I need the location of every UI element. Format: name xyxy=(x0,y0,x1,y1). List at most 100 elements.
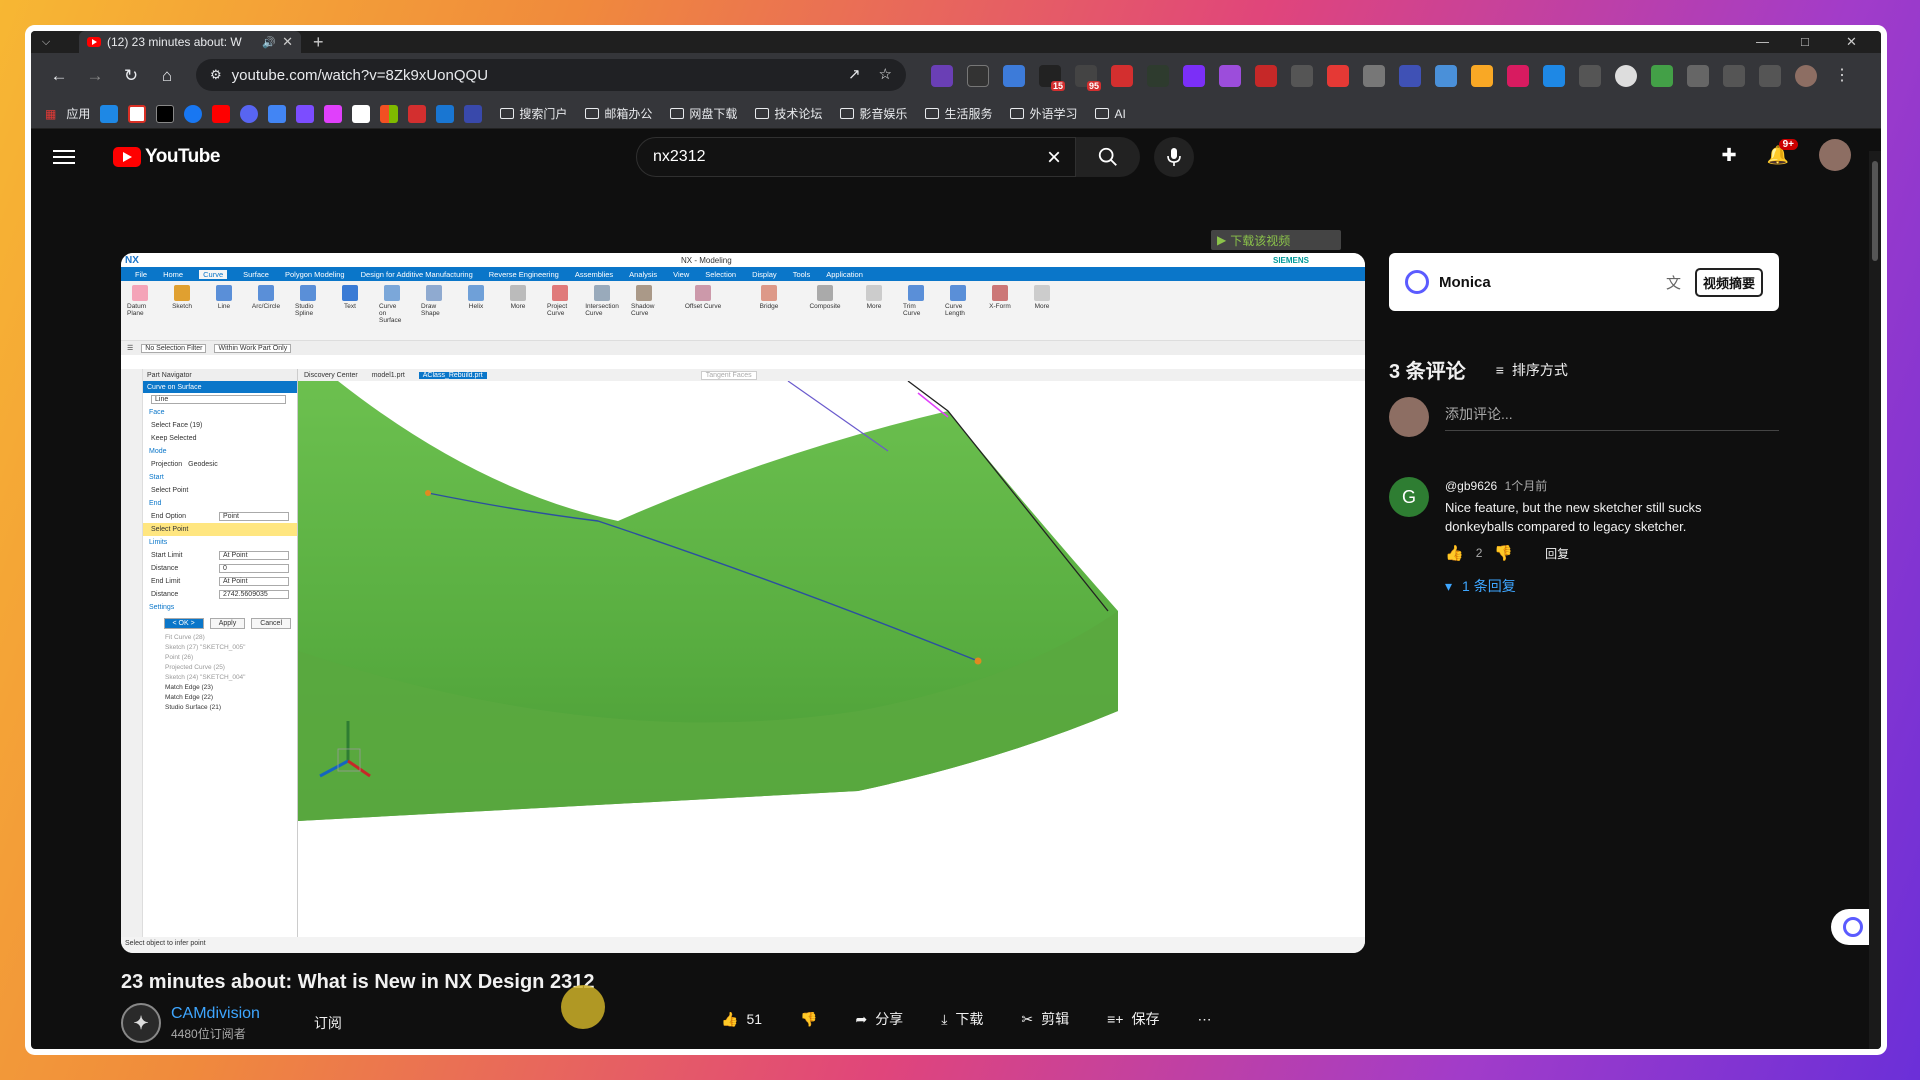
window-close-button[interactable]: ✕ xyxy=(1846,31,1857,53)
speaker-icon[interactable]: 🔊 xyxy=(262,36,276,49)
apps-label[interactable]: 应用 xyxy=(66,105,90,122)
clip-button[interactable]: ✂ 剪辑 xyxy=(1007,1001,1083,1037)
reply-button[interactable]: 回复 xyxy=(1545,545,1569,562)
apps-grid-icon[interactable]: ▦ xyxy=(45,107,56,121)
save-button[interactable]: ≡+ 保存 xyxy=(1093,1001,1173,1037)
like-button[interactable]: 👍 51 xyxy=(707,1001,776,1037)
page-scrollbar[interactable] xyxy=(1869,151,1881,1049)
extension-icon[interactable] xyxy=(1183,65,1205,87)
extension-icon[interactable] xyxy=(1003,65,1025,87)
extension-icon[interactable] xyxy=(1291,65,1313,87)
sort-button[interactable]: ≡ 排序方式 xyxy=(1496,360,1568,380)
notifications-bell[interactable]: 🔔 9+ xyxy=(1767,138,1798,166)
extension-icon[interactable]: 95 xyxy=(1075,65,1101,91)
reload-icon[interactable]: ↻ xyxy=(113,66,149,86)
bookmark-star-icon[interactable]: ☆ xyxy=(879,65,892,83)
extension-icon[interactable] xyxy=(1399,65,1421,87)
video-summary-button[interactable]: 视频摘要 xyxy=(1694,267,1763,297)
voice-search-button[interactable] xyxy=(1154,137,1194,177)
extension-icon[interactable] xyxy=(1255,65,1277,87)
account-avatar[interactable] xyxy=(1819,139,1851,171)
extension-icon[interactable] xyxy=(1327,65,1349,87)
comment-author[interactable]: @gb9626 xyxy=(1445,479,1497,493)
more-actions-button[interactable]: ⋯ xyxy=(1183,1001,1225,1037)
extension-icon[interactable]: 15 xyxy=(1039,65,1065,91)
x-icon[interactable] xyxy=(156,104,175,123)
view-replies-button[interactable]: ▾ 1 条回复 xyxy=(1445,576,1745,596)
comment-input[interactable]: 添加评论... xyxy=(1445,404,1779,431)
extension-icon[interactable] xyxy=(1507,65,1529,87)
site-info-icon[interactable]: ⚙ xyxy=(210,67,222,83)
browser-tab[interactable]: (12) 23 minutes about: W 🔊 ✕ xyxy=(79,31,301,53)
gmail-icon[interactable] xyxy=(128,104,147,123)
extension-icon[interactable] xyxy=(1147,65,1169,87)
channel-avatar[interactable]: ✦ xyxy=(121,1003,161,1043)
subscribe-button[interactable]: 订阅 xyxy=(298,1005,358,1041)
browser-menu-icon[interactable]: ⋮ xyxy=(1831,65,1853,87)
share-button[interactable]: ➦ 分享 xyxy=(841,1001,917,1037)
extension-icon[interactable] xyxy=(1543,65,1565,87)
side-panel-icon[interactable] xyxy=(1759,65,1781,87)
video-player[interactable]: NX NX - Modeling SIEMENS File Home Curve… xyxy=(121,253,1365,953)
bookmark-icon[interactable] xyxy=(464,104,483,123)
minimize-button[interactable]: — xyxy=(1756,31,1769,53)
profile-avatar[interactable] xyxy=(1795,65,1817,87)
download-video-overlay[interactable]: ▶ 下载该视频 xyxy=(1211,230,1341,250)
gemini-icon[interactable] xyxy=(268,104,287,123)
copilot-icon[interactable] xyxy=(296,104,315,123)
extension-icon[interactable] xyxy=(1615,65,1637,87)
tab-search-icon[interactable]: ⌵ xyxy=(31,31,61,53)
tab-close-icon[interactable]: ✕ xyxy=(282,34,293,50)
address-bar[interactable]: ⚙ youtube.com/watch?v=8Zk9xUonQQU ↗ ☆ xyxy=(196,59,906,91)
extension-icon[interactable] xyxy=(967,65,989,87)
reading-list-icon[interactable] xyxy=(1723,65,1745,87)
discord-icon[interactable] xyxy=(240,104,259,123)
bookmark-folder[interactable]: 技术论坛 xyxy=(755,105,822,122)
search-query[interactable]: nx2312 xyxy=(653,148,706,166)
forward-icon[interactable]: → xyxy=(77,66,113,86)
bookmark-icon[interactable] xyxy=(352,104,371,123)
extension-icon[interactable] xyxy=(931,65,953,87)
extension-icon[interactable] xyxy=(1219,65,1241,87)
bookmark-folder[interactable]: 邮箱办公 xyxy=(585,105,652,122)
channel-name[interactable]: CAMdivision xyxy=(171,1005,260,1023)
bookmark-folder[interactable]: 外语学习 xyxy=(1010,105,1077,122)
translate-icon[interactable]: 文 xyxy=(1666,272,1681,293)
maximize-button[interactable]: □ xyxy=(1801,31,1809,53)
create-video-icon[interactable]: ✚ xyxy=(1721,145,1736,166)
bookmark-icon[interactable] xyxy=(324,104,343,123)
bookmark-folder[interactable]: 生活服务 xyxy=(925,105,992,122)
download-icon[interactable] xyxy=(1579,65,1601,87)
extension-icon[interactable] xyxy=(1471,65,1493,87)
new-tab-button[interactable]: + xyxy=(313,31,324,53)
youtube-logo[interactable]: YouTube xyxy=(113,146,220,168)
bookmark-folder[interactable]: 搜索门户 xyxy=(500,105,567,122)
extension-icon[interactable] xyxy=(1363,65,1385,87)
bookmark-folder[interactable]: 网盘下载 xyxy=(670,105,737,122)
dislike-button[interactable]: 👎 xyxy=(786,1001,831,1037)
bookmark-icon[interactable] xyxy=(436,104,455,123)
bookmark-icon[interactable] xyxy=(408,104,427,123)
clear-search-icon[interactable]: × xyxy=(1047,144,1061,172)
facebook-icon[interactable] xyxy=(184,104,203,123)
bookmark-folder[interactable]: 影音娱乐 xyxy=(840,105,907,122)
extension-icon[interactable] xyxy=(1111,65,1133,87)
search-button[interactable] xyxy=(1076,137,1140,177)
comment-dislike-icon[interactable]: 👎 xyxy=(1494,544,1513,562)
search-input[interactable]: nx2312 × xyxy=(636,137,1076,177)
home-icon[interactable]: ⌂ xyxy=(149,66,185,86)
open-in-app-icon[interactable]: ↗ xyxy=(848,65,861,83)
back-icon[interactable]: ← xyxy=(41,66,77,86)
hamburger-menu-icon[interactable] xyxy=(53,146,75,168)
extension-icon[interactable] xyxy=(1651,65,1673,87)
comment-time[interactable]: 1个月前 xyxy=(1505,479,1548,493)
extensions-puzzle-icon[interactable] xyxy=(1687,65,1709,87)
microsoft-icon[interactable] xyxy=(380,104,399,123)
bookmark-folder[interactable]: AI xyxy=(1095,107,1126,121)
extension-icon[interactable] xyxy=(1435,65,1457,87)
comment-like-icon[interactable]: 👍 xyxy=(1445,544,1464,562)
bookmark-icon[interactable] xyxy=(100,104,119,123)
youtube-icon[interactable] xyxy=(212,104,231,123)
commenter-avatar[interactable]: G xyxy=(1389,477,1429,517)
url-text[interactable]: youtube.com/watch?v=8Zk9xUonQQU xyxy=(232,67,488,84)
